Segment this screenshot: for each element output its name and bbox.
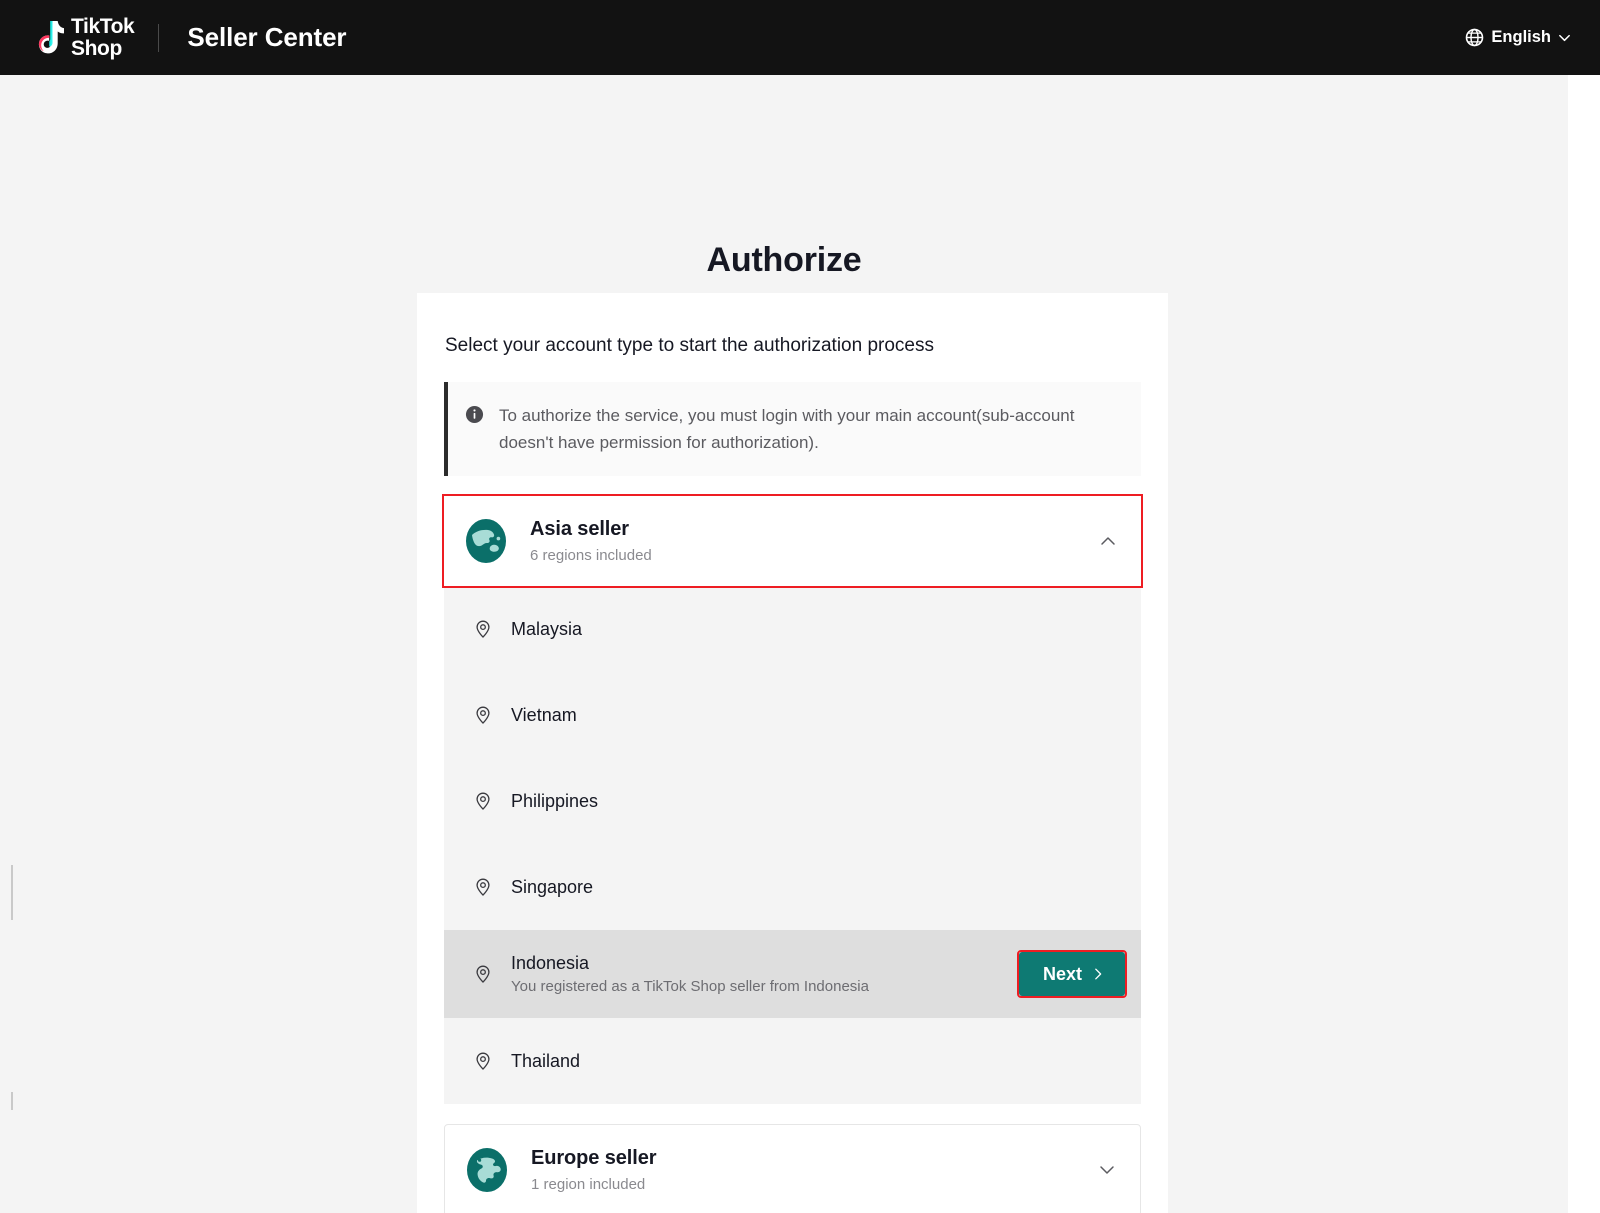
globe-asia-icon: [466, 519, 506, 563]
info-banner: To authorize the service, you must login…: [444, 382, 1141, 476]
region-row-singapore[interactable]: Singapore: [444, 844, 1141, 930]
location-pin-icon: [476, 965, 490, 983]
region-row-malaysia[interactable]: Malaysia: [444, 586, 1141, 672]
seller-group-asia-header[interactable]: Asia seller 6 regions included: [442, 494, 1143, 588]
card-lead-text: Select your account type to start the au…: [445, 335, 934, 356]
language-label: English: [1491, 28, 1551, 46]
scroll-artifact-upper: [11, 865, 13, 920]
tiktok-note-icon: [38, 20, 64, 53]
seller-group-asia-titles: Asia seller 6 regions included: [530, 518, 652, 564]
region-list-asia: Malaysia Vietnam Philippines Singapore I…: [444, 586, 1141, 1104]
brand[interactable]: TikTok Shop Seller Center: [30, 15, 347, 60]
next-button-highlight: Next: [1016, 950, 1128, 998]
scrollbar-gutter[interactable]: [1568, 75, 1600, 1213]
region-texts: Indonesia You registered as a TikTok Sho…: [511, 953, 869, 995]
seller-group-asia-name: Asia seller: [530, 518, 629, 540]
location-pin-icon: [476, 620, 490, 638]
region-name: Indonesia: [511, 953, 590, 973]
region-name: Singapore: [511, 876, 594, 897]
region-texts: Vietnam: [511, 705, 577, 726]
seller-group-europe-name: Europe seller: [531, 1147, 657, 1169]
page-surface: Authorize 01 Select account type 02 Auth…: [0, 75, 1568, 1213]
info-circle-icon: [465, 405, 484, 429]
page-title: Authorize: [706, 241, 862, 279]
region-row-philippines[interactable]: Philippines: [444, 758, 1141, 844]
region-description: You registered as a TikTok Shop seller f…: [511, 978, 869, 995]
app-header: TikTok Shop Seller Center English: [0, 0, 1600, 75]
chevron-down-icon[interactable]: [1096, 1159, 1118, 1181]
seller-group-asia: Asia seller 6 regions included Malaysia: [442, 494, 1143, 1104]
region-texts: Singapore: [511, 877, 593, 898]
region-row-indonesia[interactable]: Indonesia You registered as a TikTok Sho…: [444, 930, 1141, 1018]
chevron-up-icon[interactable]: [1097, 530, 1119, 552]
region-texts: Malaysia: [511, 619, 582, 640]
region-name: Vietnam: [511, 704, 577, 725]
tiktok-shop-wordmark: TikTok Shop: [71, 15, 135, 60]
location-pin-icon: [476, 792, 490, 810]
scroll-artifact-lower: [11, 1092, 13, 1110]
brand-line-1: TikTok: [71, 15, 135, 39]
brand-line-2: Shop: [71, 36, 122, 60]
brand-divider: [158, 23, 160, 52]
seller-group-europe-titles: Europe seller 1 region included: [531, 1147, 657, 1193]
tiktok-shop-logo[interactable]: TikTok Shop: [30, 15, 135, 60]
location-pin-icon: [476, 1052, 490, 1070]
region-name: Malaysia: [511, 618, 583, 639]
location-pin-icon: [476, 878, 490, 896]
location-pin-icon: [476, 706, 490, 724]
info-banner-text: To authorize the service, you must login…: [499, 406, 1075, 452]
product-name: Seller Center: [187, 22, 347, 52]
region-texts: Thailand: [511, 1051, 580, 1072]
account-type-card: Select your account type to start the au…: [417, 293, 1168, 1213]
chevron-right-icon: [1095, 968, 1102, 980]
region-row-thailand[interactable]: Thailand: [444, 1018, 1141, 1104]
globe-icon: [1466, 28, 1484, 47]
region-name: Philippines: [511, 790, 599, 811]
region-name: Thailand: [511, 1050, 581, 1071]
language-switcher[interactable]: English: [1465, 28, 1576, 47]
seller-group-europe-subtitle: 1 region included: [531, 1176, 646, 1193]
region-row-vietnam[interactable]: Vietnam: [444, 672, 1141, 758]
region-texts: Philippines: [511, 791, 598, 812]
seller-group-europe: Europe seller 1 region included: [444, 1124, 1141, 1213]
next-button[interactable]: Next: [1018, 952, 1125, 996]
seller-group-asia-subtitle: 6 regions included: [530, 547, 652, 564]
globe-europe-icon: [467, 1148, 507, 1192]
seller-group-europe-header[interactable]: Europe seller 1 region included: [444, 1124, 1141, 1213]
next-button-label: Next: [1042, 964, 1082, 984]
chevron-down-icon: [1559, 34, 1570, 42]
